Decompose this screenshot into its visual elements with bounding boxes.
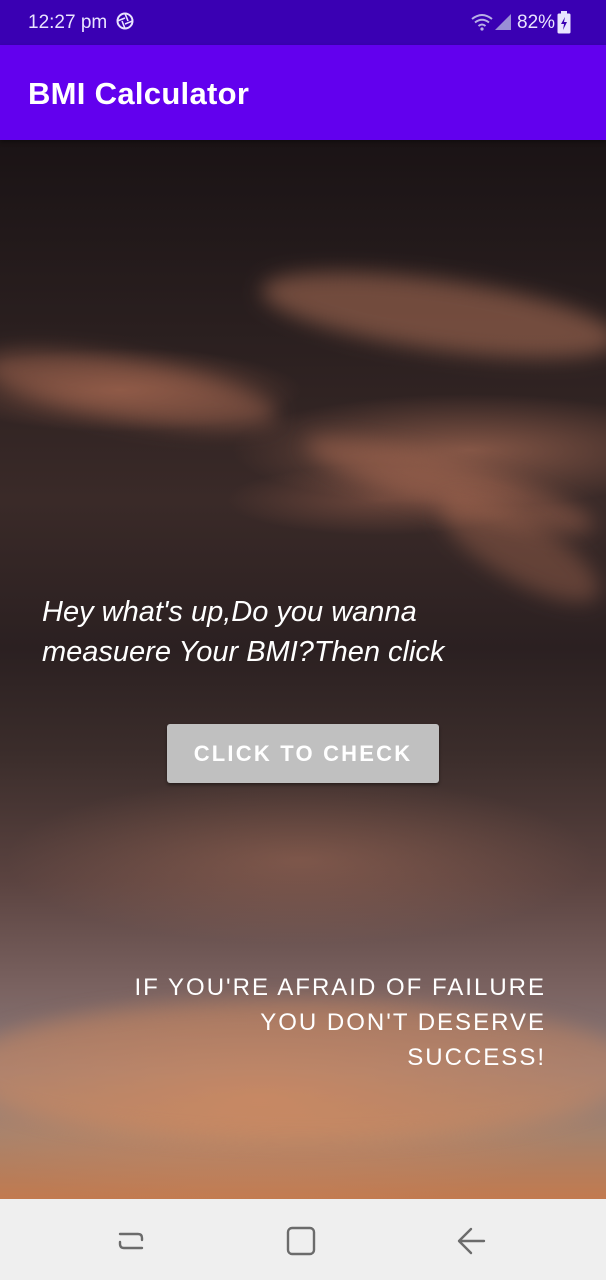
click-to-check-button[interactable]: CLICK TO CHECK bbox=[167, 724, 439, 783]
battery-icon bbox=[557, 11, 571, 34]
quote-line-2: YOU DON'T DESERVE bbox=[260, 1009, 546, 1036]
wifi-icon bbox=[471, 14, 493, 31]
quote-line-1: IF YOU'RE AFRAID OF FAILURE bbox=[134, 974, 546, 1001]
main-content: Hey what's up,Do you wanna measuere Your … bbox=[0, 140, 606, 1199]
navigation-bar bbox=[0, 1199, 606, 1280]
hint-line-2: measuere Your BMI?Then click bbox=[42, 636, 445, 668]
screen: 12:27 pm 82% BMI Calculator Hey what's u… bbox=[0, 0, 606, 1280]
app-title: BMI Calculator bbox=[28, 76, 250, 111]
background-cloud bbox=[256, 255, 606, 375]
app-bar: BMI Calculator bbox=[0, 45, 606, 140]
background-cloud bbox=[0, 334, 283, 446]
home-icon[interactable] bbox=[281, 1221, 321, 1261]
back-icon[interactable] bbox=[451, 1221, 491, 1261]
recents-icon[interactable] bbox=[111, 1221, 151, 1261]
signal-icon bbox=[495, 14, 511, 30]
status-time: 12:27 pm bbox=[28, 12, 108, 33]
status-bar: 12:27 pm 82% bbox=[0, 0, 606, 45]
hint-text: Hey what's up,Do you wanna measuere Your … bbox=[42, 592, 562, 672]
battery-percent: 82% bbox=[517, 12, 556, 33]
hint-line-1: Hey what's up,Do you wanna bbox=[42, 596, 417, 628]
motivational-quote: IF YOU'RE AFRAID OF FAILURE YOU DON'T DES… bbox=[106, 970, 546, 1075]
quote-line-3: SUCCESS! bbox=[407, 1044, 546, 1071]
aperture-icon bbox=[116, 12, 134, 30]
